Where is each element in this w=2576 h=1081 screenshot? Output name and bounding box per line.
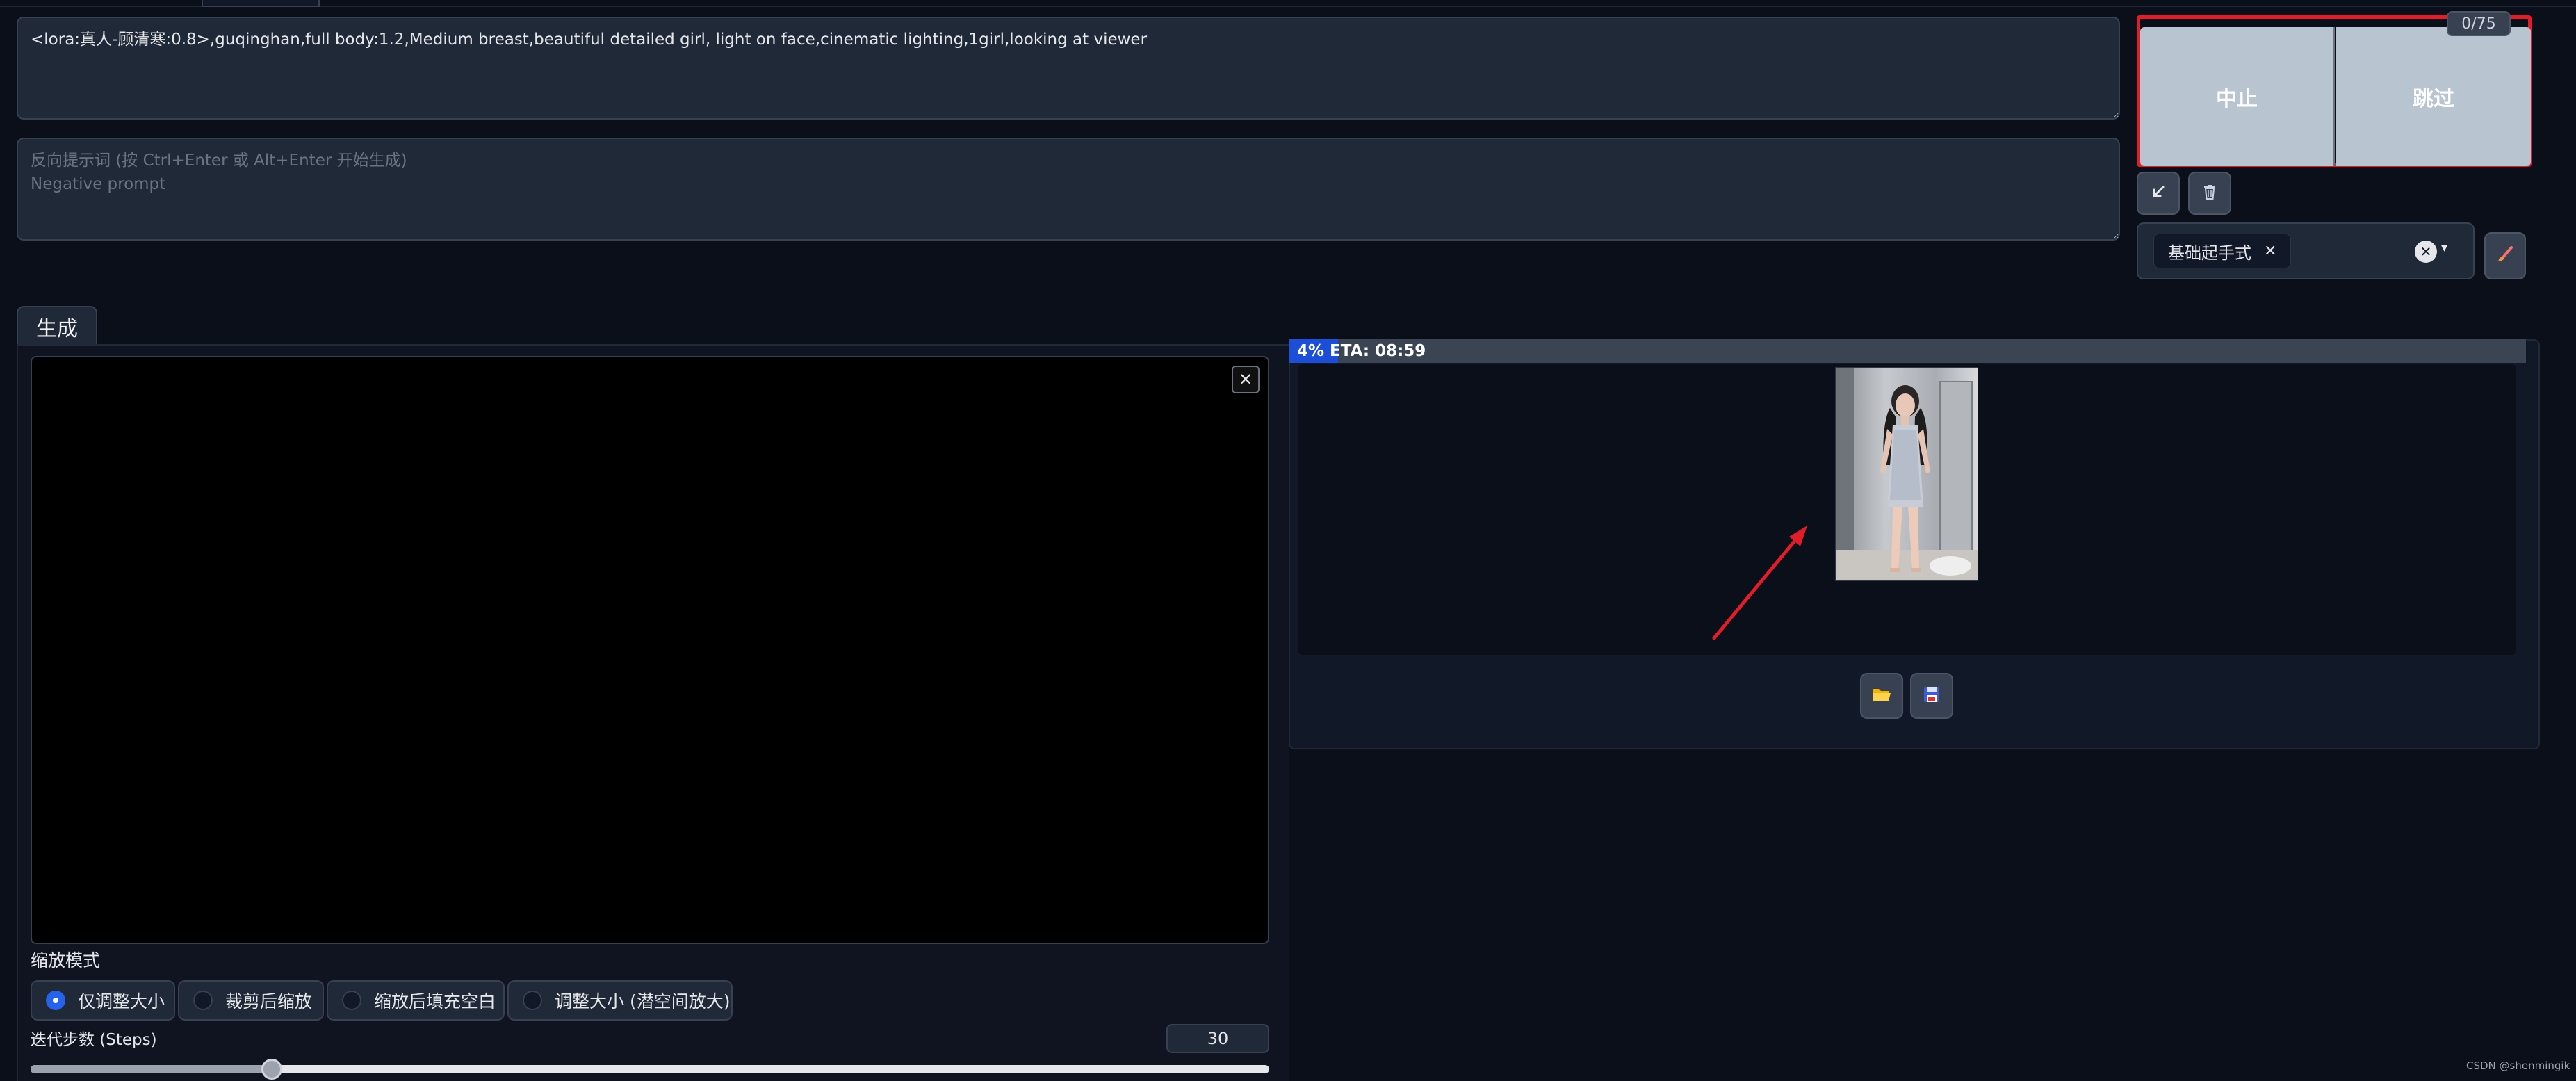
skip-button[interactable]: 跳过 <box>2336 27 2531 166</box>
resize-mode-option-label: 裁剪后缩放 <box>225 991 313 1011</box>
resize-mode-option[interactable]: 裁剪后缩放 <box>178 980 324 1021</box>
positive-prompt-input[interactable] <box>17 17 2120 120</box>
steps-slider-thumb[interactable] <box>261 1059 282 1080</box>
generate-controls: 中止 跳过 <box>2137 15 2532 167</box>
style-tag: 基础起手式 ✕ <box>2153 234 2292 268</box>
chevron-down-icon[interactable]: ▾ <box>2441 241 2447 255</box>
steps-number-input[interactable]: 30 <box>1166 1024 1269 1053</box>
open-folder-button[interactable] <box>1860 673 1903 719</box>
job-counter: 0/75 <box>2447 11 2511 36</box>
top-tab-edge <box>202 0 320 7</box>
steps-label: 迭代步数 (Steps) <box>31 1031 157 1049</box>
top-tab-strip <box>0 0 2576 7</box>
paint-brush-icon <box>2495 244 2516 268</box>
clear-icon[interactable]: ✕ <box>2415 241 2437 263</box>
style-tag-label: 基础起手式 <box>2168 243 2251 263</box>
apply-style-button[interactable] <box>2484 232 2526 279</box>
radio-unchecked-icon <box>523 991 542 1010</box>
folder-icon <box>1871 685 1892 706</box>
tab-generate[interactable]: 生成 <box>17 306 97 346</box>
negative-prompt-input[interactable] <box>17 138 2120 241</box>
close-icon[interactable]: ✕ <box>2264 243 2276 260</box>
save-image-button[interactable] <box>1910 673 1953 719</box>
resize-mode-option-label: 缩放后填充空白 <box>374 991 496 1011</box>
resize-mode-option[interactable]: 仅调整大小 <box>31 980 175 1021</box>
arrow-down-left-icon <box>2149 183 2167 204</box>
resize-mode-option-label: 仅调整大小 <box>78 991 165 1011</box>
resize-mode-label: 缩放模式 <box>31 950 101 970</box>
resize-mode-option[interactable]: 缩放后填充空白 <box>327 980 505 1021</box>
interrupt-button[interactable]: 中止 <box>2140 27 2335 166</box>
paste-params-button[interactable] <box>2137 172 2180 215</box>
steps-slider-fill <box>31 1065 272 1073</box>
resize-mode-option[interactable]: 调整大小 (潜空间放大) <box>507 980 733 1021</box>
radio-unchecked-icon <box>342 991 361 1010</box>
trash-icon <box>2200 182 2219 204</box>
annotation-arrow <box>1712 526 1807 640</box>
close-icon[interactable]: ✕ <box>1232 366 1260 393</box>
save-icon <box>1922 685 1941 707</box>
radio-checked-icon <box>46 991 65 1010</box>
generated-preview-image[interactable] <box>1835 367 1978 581</box>
progress-bar <box>1289 339 2526 363</box>
resize-mode-option-label: 调整大小 (潜空间放大) <box>555 991 731 1011</box>
watermark: CSDN @shenmingik <box>2466 1059 2570 1072</box>
styles-dropdown[interactable]: 基础起手式 ✕ ✕ ▾ <box>2137 222 2475 279</box>
clear-prompt-button[interactable] <box>2188 172 2231 215</box>
image-input-canvas[interactable] <box>31 356 1269 944</box>
radio-unchecked-icon <box>193 991 213 1010</box>
progress-text: 4% ETA: 08:59 <box>1297 342 1426 360</box>
